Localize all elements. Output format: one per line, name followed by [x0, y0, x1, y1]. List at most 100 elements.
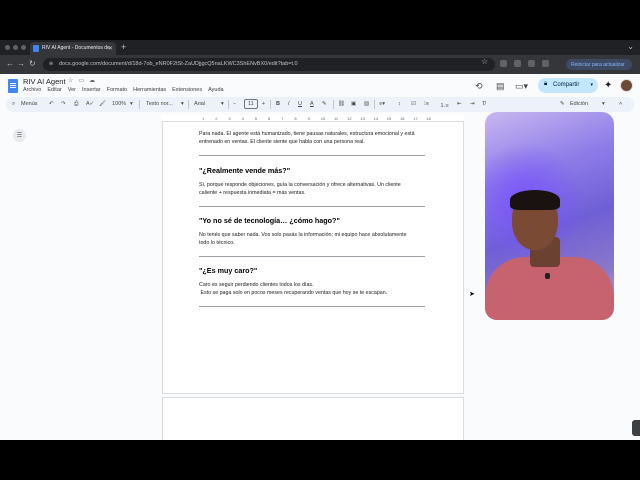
paint-format-icon[interactable]: 🖌︎ — [99, 101, 106, 107]
bookmark-star-icon[interactable]: ☆ — [481, 57, 488, 66]
meet-icon[interactable]: ▭▾ — [515, 81, 528, 92]
ruler-number: 2 — [215, 116, 218, 121]
document-title[interactable]: RIV AI Agent — [23, 77, 66, 86]
gemini-icon[interactable]: ✦ — [604, 80, 612, 91]
link-icon[interactable]: ⛓︎ — [338, 101, 345, 107]
font-select[interactable]: Arial — [194, 101, 205, 107]
ruler-number: 3 — [228, 116, 231, 121]
undo-icon[interactable]: ↶ — [49, 101, 54, 107]
section-heading: "Yo no sé de tecnología… ¿cómo hago?" — [199, 216, 340, 225]
side-panel-toggle[interactable] — [632, 420, 640, 436]
share-label: Compartir — [553, 82, 580, 88]
divider — [333, 100, 334, 109]
ruler-number: 8 — [294, 116, 297, 121]
spellcheck-icon[interactable]: A✓ — [86, 101, 94, 107]
increase-indent-icon[interactable]: ⇥ — [470, 101, 475, 107]
browser-tab-strip: RIV AI Agent - Documentos de ✕ + ⌄ — [0, 40, 640, 55]
divider — [188, 100, 189, 109]
address-bar[interactable]: ⊜ docs.google.com/document/d/18d-7ob_eNR… — [43, 58, 495, 71]
formatting-toolbar: ⌕ Menús ↶ ↷ ⎙ A✓ 🖌︎ 100% ▾ Texto nor... … — [6, 97, 634, 112]
chevron-down-icon: ▾ — [221, 101, 224, 107]
document-page[interactable]: Para nada. El agente está humanizado, ti… — [162, 122, 464, 394]
move-folder-icon[interactable]: ▭ — [78, 77, 84, 84]
document-page-2[interactable] — [162, 397, 464, 440]
bulleted-list-icon[interactable]: ⁝≡ — [424, 101, 429, 107]
comment-icon[interactable]: ▣ — [351, 101, 356, 107]
extension-icon[interactable] — [528, 60, 535, 67]
window-controls[interactable] — [5, 45, 26, 50]
collapse-toolbar-icon[interactable]: ˄ — [619, 101, 622, 107]
tab-search-icon[interactable]: ⌄ — [627, 42, 634, 51]
close-tab-icon[interactable]: ✕ — [108, 45, 113, 52]
menu-herramientas[interactable]: Herramientas — [133, 87, 166, 93]
highlight-icon[interactable]: ✎ — [322, 101, 327, 107]
forward-icon[interactable]: → — [17, 59, 25, 68]
ruler-number: 12 — [347, 116, 352, 121]
extension-icon[interactable] — [500, 60, 507, 67]
docs-logo-icon[interactable] — [8, 79, 18, 93]
checklist-icon[interactable]: ☑ — [411, 101, 416, 107]
bold-icon[interactable]: B — [276, 101, 280, 107]
font-size-input[interactable]: 11 — [244, 99, 258, 109]
search-menus[interactable]: Menús — [21, 101, 38, 107]
chevron-down-icon[interactable]: ▾ — [590, 82, 593, 88]
underline-icon[interactable]: U — [298, 101, 302, 107]
star-icon[interactable]: ☆ — [68, 77, 73, 84]
maximize-window-dot[interactable] — [21, 45, 26, 50]
close-window-dot[interactable] — [5, 45, 10, 50]
update-button[interactable]: Reiniciar para actualizar — [566, 59, 632, 70]
menu-archivo[interactable]: Archivo — [23, 87, 41, 93]
browser-tab[interactable]: RIV AI Agent - Documentos de ✕ — [30, 42, 116, 55]
divider — [139, 100, 140, 109]
ruler-number: 13 — [360, 116, 365, 121]
minimize-window-dot[interactable] — [13, 45, 18, 50]
extension-icon[interactable] — [514, 60, 521, 67]
chevron-down-icon: ▾ — [602, 101, 605, 107]
new-tab-icon[interactable]: + — [121, 42, 126, 52]
section-heading: "¿Realmente vende más?" — [199, 166, 291, 175]
redo-icon[interactable]: ↷ — [61, 101, 66, 107]
share-button[interactable]: 🔒︎ Compartir ▾ — [538, 78, 598, 93]
back-icon[interactable]: ← — [6, 59, 14, 68]
decrease-font-icon[interactable]: − — [233, 101, 236, 107]
align-icon[interactable]: ≡▾ — [379, 101, 385, 107]
menu-extensiones[interactable]: Extensiones — [172, 87, 202, 93]
decrease-indent-icon[interactable]: ⇤ — [457, 101, 462, 107]
image-icon[interactable]: ▨ — [364, 101, 369, 107]
zoom-select[interactable]: 100% — [112, 101, 126, 107]
title-actions: ☆ ▭ ☁ — [68, 77, 95, 84]
horizontal-rule — [199, 206, 425, 207]
divider — [270, 100, 271, 109]
ruler-number: 14 — [373, 116, 379, 121]
print-icon[interactable]: ⎙ — [74, 101, 78, 108]
clear-formatting-icon[interactable]: T̸ — [482, 101, 485, 107]
ruler-number: 7 — [281, 116, 284, 121]
numbered-list-icon[interactable]: ⒈≡ — [440, 101, 449, 109]
paragraph: entrenado en ventas. El cliente siente q… — [199, 139, 365, 145]
menu-editar[interactable]: Editar — [47, 87, 61, 93]
reload-icon[interactable]: ↻ — [29, 59, 36, 68]
text-color-icon[interactable]: A — [310, 101, 314, 107]
avatar[interactable] — [620, 79, 633, 92]
ruler-number: 10 — [320, 116, 326, 121]
menu-ayuda[interactable]: Ayuda — [208, 87, 224, 93]
menu-ver[interactable]: Ver — [68, 87, 76, 93]
ruler-number: 15 — [386, 116, 392, 121]
horizontal-rule — [199, 256, 425, 257]
extensions-puzzle-icon[interactable] — [542, 60, 549, 67]
history-icon[interactable]: ⟲ — [475, 81, 483, 92]
comments-icon[interactable]: ▤ — [496, 81, 505, 92]
line-spacing-icon[interactable]: ↕ — [398, 101, 401, 107]
style-select[interactable]: Texto nor... — [146, 101, 173, 107]
mode-select[interactable]: Edición — [570, 101, 588, 107]
increase-font-icon[interactable]: + — [262, 101, 265, 107]
search-icon[interactable]: ⌕ — [12, 101, 15, 108]
cloud-status-icon[interactable]: ☁ — [89, 77, 95, 84]
document-outline-icon[interactable]: ☰ — [13, 129, 26, 142]
menu-formato[interactable]: Formato — [107, 87, 127, 93]
site-info-icon[interactable]: ⊜ — [49, 61, 53, 67]
horizontal-rule — [199, 155, 425, 156]
ruler[interactable]: 1 2 3 4 5 6 7 8 9 10 11 12 13 14 15 16 17 18 — [162, 115, 464, 122]
menu-insertar[interactable]: Insertar — [82, 87, 101, 93]
italic-icon[interactable]: I — [288, 101, 290, 107]
